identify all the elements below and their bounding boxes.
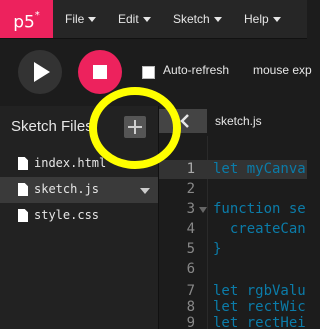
line-number: 2: [186, 181, 195, 197]
menu-sketch[interactable]: Sketch: [173, 0, 222, 38]
file-icon: [18, 183, 28, 196]
fold-toggle-icon[interactable]: [199, 207, 207, 213]
line-number: 9: [186, 315, 195, 329]
highlight-circle-annotation: [89, 87, 181, 169]
code-text: function se: [213, 201, 306, 217]
menu-edit-label: Edit: [118, 12, 139, 26]
file-icon: [18, 157, 28, 170]
menu-help[interactable]: Help: [244, 0, 281, 38]
line-number: 5: [186, 241, 195, 257]
code-text: let rectHei: [213, 315, 306, 329]
file-icon: [18, 209, 28, 222]
code-text: createCan: [213, 221, 306, 237]
chevron-down-icon: [213, 17, 222, 22]
play-button[interactable]: [18, 50, 62, 94]
code-text: let myCanva: [213, 161, 306, 177]
file-label: style.css: [34, 208, 100, 222]
code-line[interactable]: 3 function se: [159, 200, 307, 219]
chevron-down-icon: [142, 17, 151, 22]
line-number: 6: [186, 261, 195, 277]
chevron-down-icon: [88, 17, 97, 22]
file-label: sketch.js: [34, 182, 100, 196]
code-line[interactable]: 5 }: [159, 240, 307, 259]
logo-asterisk: *: [34, 10, 40, 21]
menu-file-label: File: [65, 12, 85, 26]
code-line[interactable]: 9 let rectHei: [159, 314, 307, 329]
p5-logo[interactable]: p5*: [0, 0, 53, 38]
menu-edit[interactable]: Edit: [118, 0, 151, 38]
editor-filename: sketch.js: [215, 114, 262, 128]
menu-file[interactable]: File: [65, 0, 97, 38]
menu-sketch-label: Sketch: [173, 12, 210, 26]
code-line[interactable]: 4 createCan: [159, 220, 307, 239]
play-icon: [34, 62, 50, 82]
file-item-style-css[interactable]: style.css: [0, 203, 158, 229]
code-text: }: [213, 241, 222, 257]
code-line[interactable]: 6: [159, 260, 307, 279]
top-nav: p5* File Edit Sketch Help: [0, 0, 307, 39]
logo-text: p5: [13, 12, 35, 33]
sidebar-title: Sketch Files: [11, 118, 93, 135]
line-number: 3: [186, 201, 195, 217]
chevron-down-icon[interactable]: [140, 188, 150, 194]
auto-refresh-checkbox[interactable]: [142, 66, 155, 79]
mouse-explore-label: mouse exp: [253, 63, 312, 77]
chevron-down-icon: [272, 17, 281, 22]
auto-refresh-label: Auto-refresh: [163, 63, 230, 77]
menu-help-label: Help: [244, 12, 269, 26]
code-line[interactable]: 2: [159, 180, 307, 199]
file-item-sketch-js[interactable]: sketch.js: [0, 177, 158, 203]
line-number: 4: [186, 221, 195, 237]
